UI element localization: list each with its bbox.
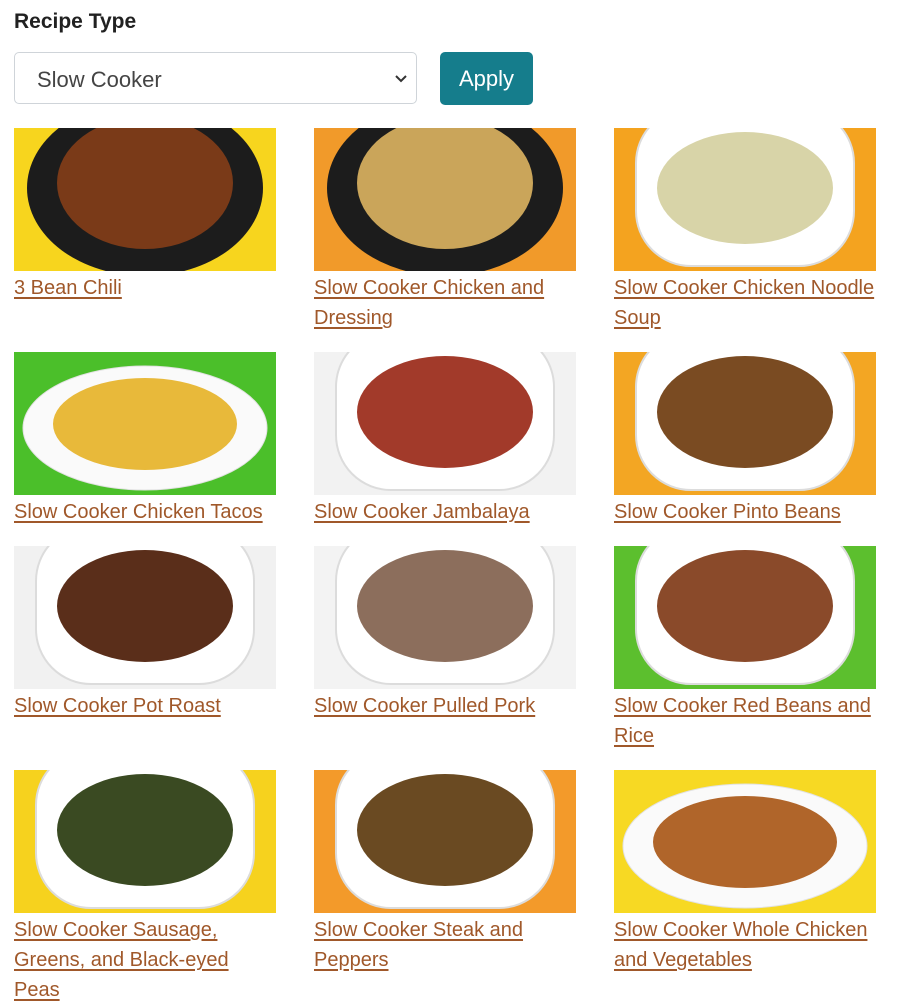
- recipe-photo: [14, 770, 276, 913]
- recipe-image-link[interactable]: [314, 546, 576, 689]
- recipe-title-link[interactable]: Slow Cooker Pinto Beans: [614, 497, 876, 527]
- recipe-image-link[interactable]: [614, 546, 876, 689]
- recipe-card: Slow Cooker Pot Roast: [14, 546, 276, 721]
- recipe-title-link[interactable]: Slow Cooker Red Beans and Rice: [614, 691, 876, 751]
- recipe-card: Slow Cooker Sausage, Greens, and Black-e…: [14, 770, 276, 1005]
- apply-button[interactable]: Apply: [440, 52, 533, 105]
- recipe-photo: [614, 770, 876, 913]
- recipe-card: Slow Cooker Whole Chicken and Vegetables: [614, 770, 876, 975]
- recipe-title-link[interactable]: Slow Cooker Chicken Noodle Soup: [614, 273, 876, 333]
- recipe-image-link[interactable]: [14, 352, 276, 495]
- recipe-title-link[interactable]: Slow Cooker Whole Chicken and Vegetables: [614, 915, 876, 975]
- recipe-image-link[interactable]: [614, 770, 876, 913]
- recipe-title-link[interactable]: Slow Cooker Chicken Tacos: [14, 497, 276, 527]
- recipe-card: Slow Cooker Chicken Tacos: [14, 352, 276, 527]
- recipe-image-link[interactable]: [614, 128, 876, 271]
- recipe-title-link[interactable]: Slow Cooker Pot Roast: [14, 691, 276, 721]
- recipe-card: Slow Cooker Pinto Beans: [614, 352, 876, 527]
- recipe-image-link[interactable]: [14, 546, 276, 689]
- recipe-photo: [614, 546, 876, 689]
- recipe-title-link[interactable]: Slow Cooker Pulled Pork: [314, 691, 576, 721]
- recipe-photo: [314, 352, 576, 495]
- recipe-image-link[interactable]: [14, 128, 276, 271]
- recipe-photo: [14, 128, 276, 271]
- recipe-photo: [314, 770, 576, 913]
- recipe-photo: [314, 546, 576, 689]
- recipe-card: Slow Cooker Chicken and Dressing: [314, 128, 576, 333]
- recipe-image-link[interactable]: [314, 770, 576, 913]
- recipe-photo: [614, 128, 876, 271]
- recipe-image-link[interactable]: [314, 352, 576, 495]
- recipe-photo: [614, 352, 876, 495]
- recipe-title-link[interactable]: Slow Cooker Jambalaya: [314, 497, 576, 527]
- recipe-card: Slow Cooker Jambalaya: [314, 352, 576, 527]
- recipe-type-selected-value: Slow Cooker: [37, 67, 162, 92]
- recipe-title-link[interactable]: Slow Cooker Sausage, Greens, and Black-e…: [14, 915, 276, 1005]
- recipe-image-link[interactable]: [614, 352, 876, 495]
- filter-label: Recipe Type: [14, 10, 137, 33]
- chevron-down-icon: [395, 75, 407, 83]
- recipe-card: Slow Cooker Pulled Pork: [314, 546, 576, 721]
- recipe-card: Slow Cooker Red Beans and Rice: [614, 546, 876, 751]
- recipe-title-link[interactable]: Slow Cooker Chicken and Dressing: [314, 273, 576, 333]
- recipe-title-link[interactable]: 3 Bean Chili: [14, 273, 276, 303]
- recipe-type-select[interactable]: Slow Cooker: [14, 52, 417, 104]
- recipe-photo: [14, 352, 276, 495]
- recipe-image-link[interactable]: [314, 128, 576, 271]
- recipe-card: 3 Bean Chili: [14, 128, 276, 303]
- recipe-photo: [14, 546, 276, 689]
- recipe-card: Slow Cooker Chicken Noodle Soup: [614, 128, 876, 333]
- recipe-card: Slow Cooker Steak and Peppers: [314, 770, 576, 975]
- recipe-photo: [314, 128, 576, 271]
- recipe-title-link[interactable]: Slow Cooker Steak and Peppers: [314, 915, 576, 975]
- recipe-image-link[interactable]: [14, 770, 276, 913]
